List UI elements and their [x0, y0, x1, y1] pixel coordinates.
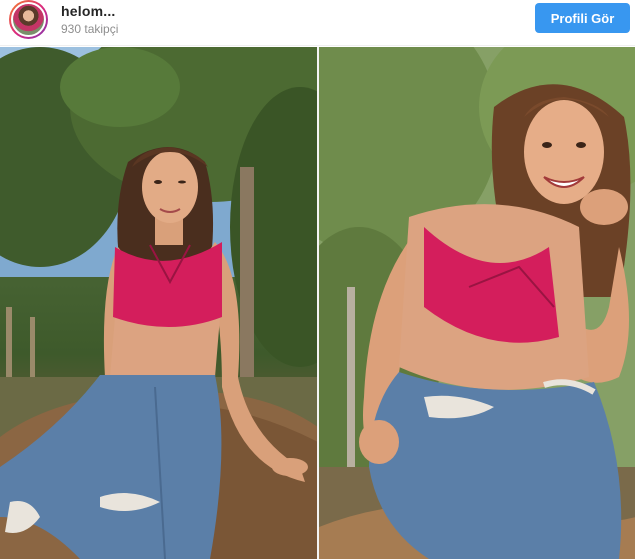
- profile-avatar[interactable]: [9, 0, 48, 39]
- avatar-image: [11, 2, 46, 37]
- right-photo-illustration: [319, 47, 635, 559]
- right-photo: [319, 47, 635, 559]
- username[interactable]: helom...: [61, 3, 118, 19]
- instagram-post: helom... 930 takipçi Profili Gör: [0, 0, 635, 559]
- post-header: helom... 930 takipçi Profili Gör: [0, 0, 635, 46]
- user-info: helom... 930 takipçi: [61, 3, 118, 37]
- left-photo: [0, 47, 317, 559]
- left-photo-illustration: [0, 47, 317, 559]
- view-profile-button[interactable]: Profili Gör: [535, 3, 630, 33]
- photo-collage: [0, 47, 635, 559]
- follower-count: 930 takipçi: [61, 22, 119, 36]
